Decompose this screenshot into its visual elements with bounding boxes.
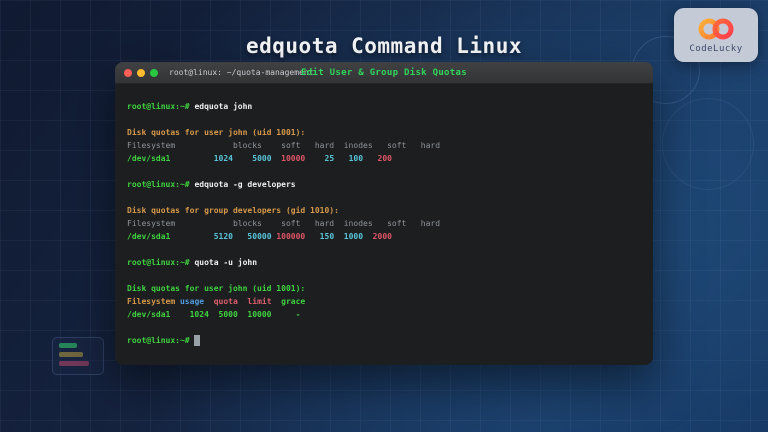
terminal-text-segment: grace <box>272 297 306 306</box>
page-title: edquota Command Linux <box>0 34 768 59</box>
terminal-line: /dev/sda1 1024 5000 10000 25 100 200 <box>127 152 641 165</box>
terminal-blank-line <box>127 243 641 256</box>
terminal-line: Disk quotas for user john (uid 1001): <box>127 126 641 139</box>
terminal-line: Filesystem usage quota limit grace <box>127 295 641 308</box>
codelucky-logo: CodeLucky <box>674 8 758 62</box>
terminal-blank-line <box>127 269 641 282</box>
terminal-text-segment: 1000 <box>334 232 363 241</box>
terminal-blank-line <box>127 113 641 126</box>
terminal-text-segment: root@linux:~# <box>127 180 190 189</box>
terminal-text-segment: 100 <box>334 154 363 163</box>
page-background: { "page": { "title": "edquota Command Li… <box>0 0 768 432</box>
decorative-code-card <box>52 337 104 375</box>
terminal-text-segment: Filesystem blocks soft hard inodes soft … <box>127 141 440 150</box>
terminal-text-segment: edquota john <box>190 102 253 111</box>
terminal-caption: Edit User & Group Disk Quotas <box>115 68 653 78</box>
terminal-cursor <box>194 335 200 346</box>
terminal-text-segment: 150 <box>305 232 334 241</box>
terminal-line: Disk quotas for user john (uid 1001): <box>127 282 641 295</box>
decorative-bar <box>59 352 83 357</box>
terminal-window: root@linux: ~/quota-management Edit User… <box>115 62 653 365</box>
terminal-text-segment: root@linux:~# <box>127 102 190 111</box>
terminal-text-segment: usage <box>175 297 204 306</box>
terminal-text-segment: 2000 <box>363 232 392 241</box>
terminal-text-segment: Disk quotas for user john (uid 1001): <box>127 284 305 293</box>
terminal-text-segment: 200 <box>363 154 392 163</box>
terminal-titlebar[interactable]: root@linux: ~/quota-management Edit User… <box>115 62 653 84</box>
terminal-text-segment: root@linux:~# <box>127 336 194 345</box>
terminal-line: Disk quotas for group developers (gid 10… <box>127 204 641 217</box>
terminal-text-segment: 5000 <box>233 154 272 163</box>
terminal-line: Filesystem blocks soft hard inodes soft … <box>127 217 641 230</box>
terminal-text-segment: 10000 <box>272 154 306 163</box>
terminal-blank-line <box>127 191 641 204</box>
decorative-bar <box>59 361 89 366</box>
terminal-text-segment: limit <box>238 297 272 306</box>
terminal-line: root@linux:~# <box>127 334 641 347</box>
terminal-line: Filesystem blocks soft hard inodes soft … <box>127 139 641 152</box>
terminal-text-segment: /dev/sda1 1024 5000 10000 - <box>127 310 300 319</box>
logo-text: CodeLucky <box>689 44 742 54</box>
terminal-line: root@linux:~# edquota john <box>127 100 641 113</box>
terminal-text-segment: root@linux:~# <box>127 258 190 267</box>
terminal-output[interactable]: root@linux:~# edquota john Disk quotas fo… <box>115 84 653 347</box>
terminal-blank-line <box>127 321 641 334</box>
terminal-text-segment: 50000 <box>233 232 272 241</box>
terminal-text-segment: 25 <box>305 154 334 163</box>
infinity-icon <box>694 16 738 42</box>
terminal-text-segment: 100000 <box>272 232 306 241</box>
terminal-text-segment: Disk quotas for user john (uid 1001): <box>127 128 305 137</box>
terminal-line: /dev/sda1 5120 50000 100000 150 1000 200… <box>127 230 641 243</box>
terminal-text-segment: /dev/sda1 <box>127 154 170 163</box>
terminal-text-segment: /dev/sda1 <box>127 232 170 241</box>
terminal-line: /dev/sda1 1024 5000 10000 - <box>127 308 641 321</box>
terminal-text-segment: Disk quotas for group developers (gid 10… <box>127 206 339 215</box>
terminal-text-segment: quota -u john <box>190 258 257 267</box>
decorative-circle <box>662 98 754 190</box>
terminal-text-segment: Filesystem blocks soft hard inodes soft … <box>127 219 440 228</box>
terminal-text-segment: Filesystem <box>127 297 175 306</box>
terminal-blank-line <box>127 165 641 178</box>
terminal-text-segment: 5120 <box>170 232 233 241</box>
terminal-text-segment: edquota -g developers <box>190 180 296 189</box>
decorative-bar <box>59 343 77 348</box>
terminal-line: root@linux:~# quota -u john <box>127 256 641 269</box>
terminal-line: root@linux:~# edquota -g developers <box>127 178 641 191</box>
terminal-text-segment: 1024 <box>170 154 233 163</box>
terminal-text-segment: quota <box>204 297 238 306</box>
